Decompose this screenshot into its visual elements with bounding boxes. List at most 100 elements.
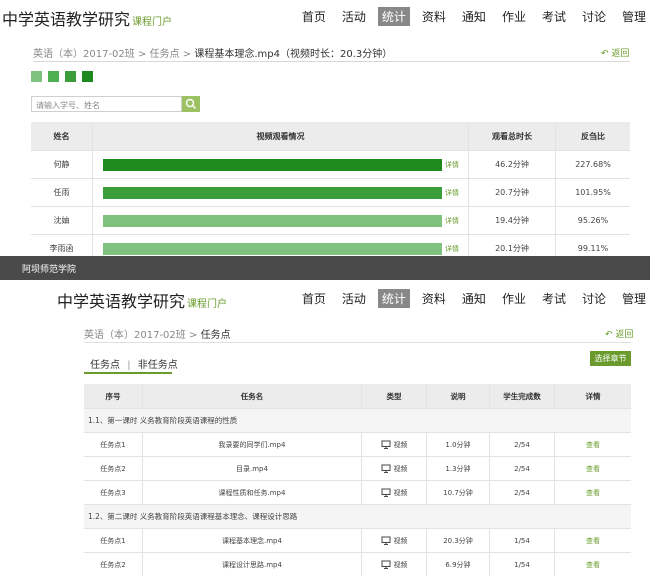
nav-item-5[interactable]: 作业 — [498, 289, 530, 308]
nav-item-7[interactable]: 讨论 — [578, 7, 610, 26]
monitor-icon — [381, 441, 391, 449]
school-bar: 阿坝师范学院 — [0, 256, 650, 280]
nav-item-3[interactable]: 资料 — [418, 7, 450, 26]
col-duration-header: 观看总时长 — [469, 122, 556, 151]
task-table: 序号 任务名 类型 说明 学生完成数 详情 1.1、第一课时 义务教育阶段英语课… — [84, 384, 631, 576]
tab-task-points[interactable]: 任务点 — [90, 360, 120, 371]
view-link[interactable]: 查看 — [586, 537, 600, 545]
rewatch-ratio: 95.26% — [556, 207, 631, 235]
back-label: 返回 — [611, 49, 629, 59]
view-cell: 查看 — [555, 481, 632, 505]
task-desc: 1.0分钟 — [427, 433, 490, 457]
rewatch-ratio: 101.95% — [556, 179, 631, 207]
nav-item-2[interactable]: 统计 — [378, 7, 410, 26]
task-type-cell: 视频 — [362, 553, 427, 576]
nav-item-8[interactable]: 管理 — [618, 289, 650, 308]
divider — [84, 342, 631, 343]
detail-link[interactable]: 详情 — [445, 244, 459, 254]
view-link[interactable]: 查看 — [586, 489, 600, 497]
task-done: 2/54 — [490, 433, 555, 457]
select-chapter-button[interactable]: 选择章节 — [590, 351, 631, 366]
search-placeholder: 请输入学号、姓名 — [36, 101, 100, 110]
table-row: 任务点1课程基本理念.mp4视频20.3分钟1/54查看 — [84, 529, 631, 553]
brand-subtitle: 课程门户 — [132, 17, 172, 28]
view-link[interactable]: 查看 — [586, 441, 600, 449]
progress-track — [103, 159, 442, 171]
watch-table-wrap: 姓名 视频观看情况 观看总时长 反刍比 何静详情46.2分钟227.68%任雨详… — [31, 122, 630, 262]
task-name[interactable]: 课程设计思路.mp4 — [143, 553, 362, 576]
table-row: 任务点3课程性质和任务.mp4视频10.7分钟2/54查看 — [84, 481, 631, 505]
tab-separator: | — [127, 360, 130, 371]
nav-item-6[interactable]: 考试 — [538, 289, 570, 308]
breadcrumb-tasks[interactable]: 任务点 — [150, 49, 180, 60]
task-name[interactable]: 课程性质和任务.mp4 — [143, 481, 362, 505]
monitor-icon — [381, 489, 391, 497]
task-type-cell: 视频 — [362, 529, 427, 553]
monitor-icon — [381, 561, 391, 569]
course-brand[interactable]: 中学英语教学研究课程门户 — [2, 6, 172, 30]
nav-item-4[interactable]: 通知 — [458, 289, 490, 308]
nav-item-3[interactable]: 资料 — [418, 289, 450, 308]
back-link-2[interactable]: ↶ 返回 — [605, 327, 633, 340]
task-name[interactable]: 课程基本理念.mp4 — [143, 529, 362, 553]
table-header-row: 序号 任务名 类型 说明 学生完成数 详情 — [84, 384, 631, 409]
back-link[interactable]: ↶ 返回 — [601, 46, 629, 59]
col-no-header: 序号 — [84, 384, 143, 409]
nav-item-0[interactable]: 首页 — [298, 7, 330, 26]
color-legend — [31, 71, 93, 82]
breadcrumb-class[interactable]: 英语（本）2017-02班 — [33, 49, 135, 60]
section-title: 1.1、第一课时 义务教育阶段英语课程的性质 — [84, 409, 631, 433]
brand-subtitle: 课程门户 — [187, 299, 227, 310]
progress-bar — [103, 243, 442, 255]
nav-item-1[interactable]: 活动 — [338, 7, 370, 26]
section-row: 1.1、第一课时 义务教育阶段英语课程的性质 — [84, 409, 631, 433]
brand-title: 中学英语教学研究 — [57, 292, 185, 311]
nav-item-2[interactable]: 统计 — [378, 289, 410, 308]
breadcrumb-sep: > — [189, 330, 197, 341]
nav-item-1[interactable]: 活动 — [338, 289, 370, 308]
detail-link[interactable]: 详情 — [445, 216, 459, 226]
watch-duration: 46.2分钟 — [469, 151, 556, 179]
breadcrumb-sep: > — [138, 49, 146, 60]
search-input[interactable]: 请输入学号、姓名 — [31, 96, 182, 112]
nav-item-5[interactable]: 作业 — [498, 7, 530, 26]
tab-non-task-points[interactable]: 非任务点 — [138, 360, 178, 371]
task-name[interactable]: 我录要的同学们.mp4 — [143, 433, 362, 457]
view-link[interactable]: 查看 — [586, 465, 600, 473]
monitor-icon — [381, 537, 391, 545]
nav-item-8[interactable]: 管理 — [618, 7, 650, 26]
task-name[interactable]: 目录.mp4 — [143, 457, 362, 481]
task-no: 任务点1 — [84, 529, 143, 553]
view-link[interactable]: 查看 — [586, 561, 600, 569]
search-icon — [182, 96, 200, 112]
school-name[interactable]: 阿坝师范学院 — [22, 262, 76, 275]
nav-item-0[interactable]: 首页 — [298, 289, 330, 308]
col-ratio-header: 反刍比 — [556, 122, 631, 151]
task-table-wrap: 序号 任务名 类型 说明 学生完成数 详情 1.1、第一课时 义务教育阶段英语课… — [84, 384, 631, 576]
detail-link[interactable]: 详情 — [445, 160, 459, 170]
table-row: 任务点2课程设计思路.mp4视频6.9分钟1/54查看 — [84, 553, 631, 576]
table-row: 何静详情46.2分钟227.68% — [31, 151, 630, 179]
table-row: 任务点2目录.mp4视频1.3分钟2/54查看 — [84, 457, 631, 481]
breadcrumb-class[interactable]: 英语（本）2017-02班 — [84, 330, 186, 341]
divider — [33, 61, 630, 62]
nav-item-6[interactable]: 考试 — [538, 7, 570, 26]
search-button[interactable] — [182, 96, 200, 112]
col-task-header: 任务名 — [143, 384, 362, 409]
course-brand-2[interactable]: 中学英语教学研究课程门户 — [57, 288, 227, 312]
brand-title: 中学英语教学研究 — [2, 10, 130, 29]
detail-link[interactable]: 详情 — [445, 188, 459, 198]
task-tabs: 任务点 | 非任务点 — [90, 356, 178, 371]
task-type: 视频 — [394, 537, 408, 545]
col-done-header: 学生完成数 — [490, 384, 555, 409]
nav-item-4[interactable]: 通知 — [458, 7, 490, 26]
breadcrumb-sep: > — [183, 49, 191, 60]
watch-table: 姓名 视频观看情况 观看总时长 反刍比 何静详情46.2分钟227.68%任雨详… — [31, 122, 630, 262]
student-name: 沈妯 — [31, 207, 93, 235]
task-done: 2/54 — [490, 481, 555, 505]
task-no: 任务点1 — [84, 433, 143, 457]
breadcrumb: 英语（本）2017-02班 > 任务点 > 课程基本理念.mp4（视频时长：20… — [33, 45, 392, 60]
task-type-cell: 视频 — [362, 433, 427, 457]
progress-wrap: 详情 — [94, 159, 467, 171]
nav-item-7[interactable]: 讨论 — [578, 289, 610, 308]
